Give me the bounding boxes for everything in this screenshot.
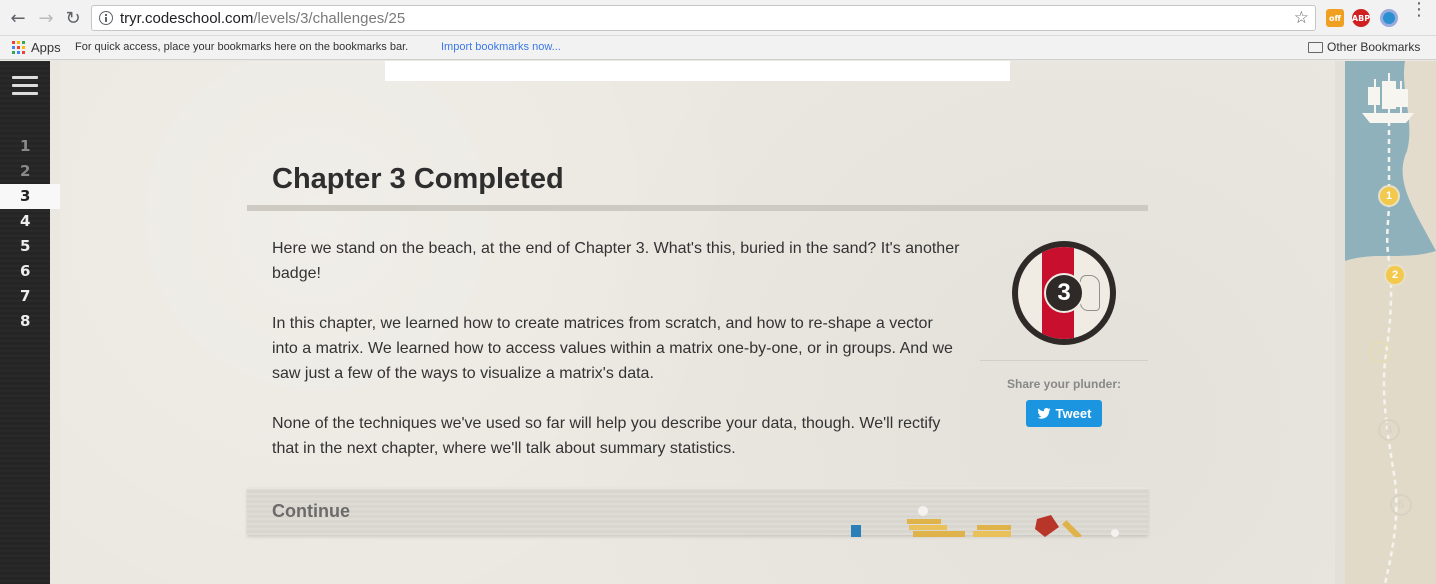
bookmark-star-icon[interactable]: ☆ [1294, 8, 1309, 28]
top-white-strip [385, 61, 1010, 81]
level-link-4[interactable]: 4 [0, 209, 60, 234]
other-bookmarks-link[interactable]: Other Bookmarks [1327, 40, 1420, 54]
chapter-summary: Here we stand on the beach, at the end o… [272, 236, 962, 486]
chapter-badge: 3 [1012, 241, 1116, 345]
level-link-7[interactable]: 7 [0, 284, 60, 309]
map-level-5[interactable]: 5 [1390, 494, 1412, 516]
bookmarks-hint: For quick access, place your bookmarks h… [75, 41, 409, 53]
ship-icon [1362, 73, 1414, 123]
treasure-pile-icon [851, 506, 1119, 537]
level-link-2[interactable]: 2 [0, 159, 60, 184]
badge-number: 3 [1044, 273, 1084, 313]
apps-link[interactable]: Apps [31, 40, 61, 55]
level-link-5[interactable]: 5 [0, 234, 60, 259]
level-nav: 1 2 3 4 5 6 7 8 [0, 134, 60, 334]
tweet-button[interactable]: Tweet [1026, 400, 1102, 427]
page-title: Chapter 3 Completed [272, 163, 564, 195]
chapter-complete-panel: Chapter 3 Completed Here we stand on the… [60, 61, 1345, 584]
map-level-3[interactable]: 3 [1369, 341, 1391, 363]
level-map: 1 2 3 4 5 [1345, 61, 1436, 584]
summary-paragraph: None of the techniques we've used so far… [272, 415, 941, 457]
browser-toolbar: ← → ↻ tryr.codeschool.com/levels/3/chall… [0, 0, 1436, 36]
import-bookmarks-link[interactable]: Import bookmarks now... [441, 41, 561, 53]
summary-paragraph: In this chapter, we learned how to creat… [272, 315, 953, 382]
url-path: /levels/3/challenges/25 [253, 9, 406, 27]
title-divider [247, 205, 1148, 211]
extension-blue-icon[interactable] [1380, 9, 1398, 27]
reload-icon[interactable]: ↻ [63, 8, 83, 29]
level-link-6[interactable]: 6 [0, 259, 60, 284]
browser-menu-icon[interactable]: ⋮ [1410, 1, 1428, 19]
url-host: tryr.codeschool.com [120, 9, 254, 27]
extension-off-icon[interactable]: off [1326, 9, 1344, 27]
level-link-3[interactable]: 3 [0, 184, 60, 209]
continue-button[interactable]: Continue [247, 487, 1148, 537]
bookmarks-bar: Apps For quick access, place your bookma… [0, 36, 1436, 60]
map-level-4[interactable]: 4 [1378, 419, 1400, 441]
share-divider [980, 360, 1148, 361]
twitter-bird-icon [1036, 408, 1051, 419]
back-arrow-icon[interactable]: ← [8, 8, 28, 29]
hamburger-menu-icon[interactable] [12, 76, 38, 96]
adblock-plus-icon[interactable]: ABP [1352, 9, 1370, 27]
tweet-label: Tweet [1055, 406, 1092, 421]
share-label: Share your plunder: [1006, 377, 1122, 391]
address-bar[interactable]: tryr.codeschool.com/levels/3/challenges/… [91, 5, 1316, 31]
map-level-1[interactable]: 1 [1378, 185, 1400, 207]
map-level-2[interactable]: 2 [1384, 264, 1406, 286]
level-link-1[interactable]: 1 [0, 134, 60, 159]
apps-grid-icon[interactable] [12, 41, 25, 54]
page-scrollbar[interactable] [1335, 61, 1345, 584]
continue-label: Continue [272, 501, 350, 521]
folder-icon [1308, 42, 1323, 53]
info-icon[interactable] [99, 11, 113, 25]
forward-arrow-icon[interactable]: → [36, 8, 56, 29]
level-link-8[interactable]: 8 [0, 309, 60, 334]
summary-paragraph: Here we stand on the beach, at the end o… [272, 240, 960, 282]
